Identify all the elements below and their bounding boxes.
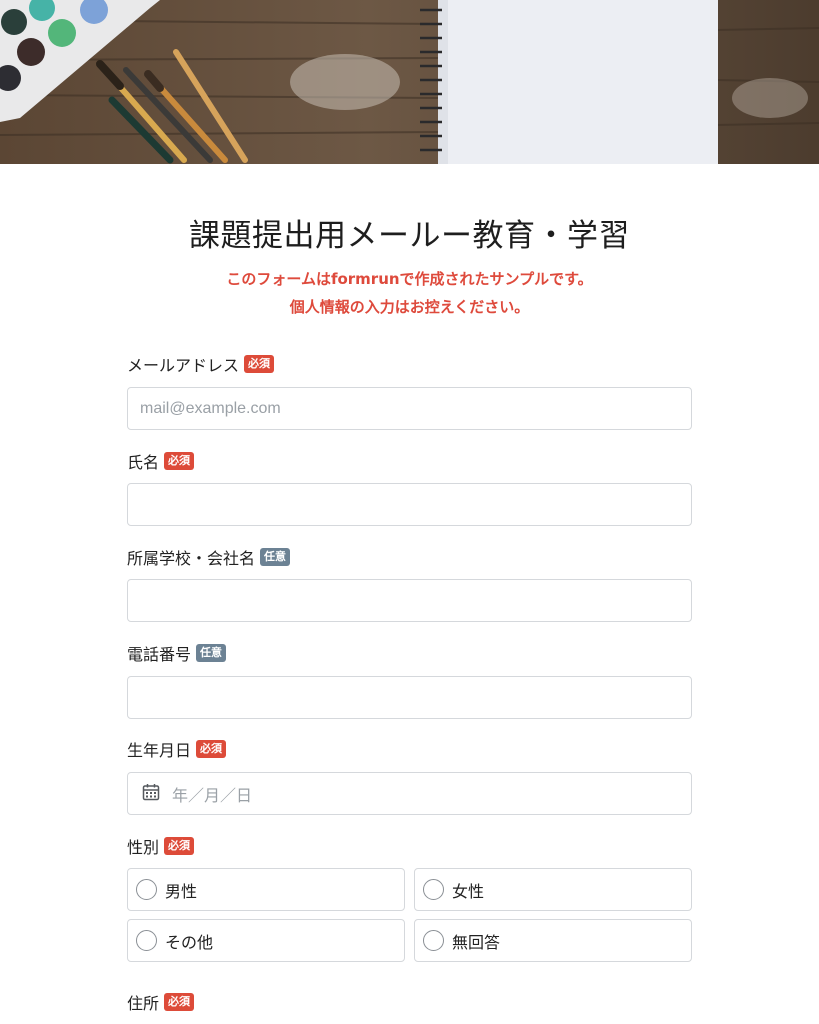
name-label: 氏名 必須: [127, 449, 195, 473]
notice-line-1: このフォームはformrunで作成されたサンプルです。: [226, 270, 593, 288]
notice-line-2: 個人情報の入力はお控えください。: [289, 298, 530, 316]
gender-option-no-answer[interactable]: 無回答: [414, 919, 692, 962]
gender-label-text: 性別: [127, 838, 160, 857]
address-label-text: 住所: [127, 994, 160, 1013]
radio-circle[interactable]: [136, 879, 157, 900]
email-label: メールアドレス 必須: [127, 352, 275, 376]
address-label: 住所 必須: [127, 990, 195, 1014]
phone-field[interactable]: [127, 676, 692, 719]
calendar-icon: [142, 783, 160, 805]
required-badge: 必須: [164, 837, 195, 855]
radio-label: 男性: [165, 881, 198, 901]
phone-label-text: 電話番号: [127, 645, 192, 664]
phone-label: 電話番号 任意: [127, 641, 227, 665]
gender-option-male[interactable]: 男性: [127, 868, 405, 911]
radio-circle[interactable]: [136, 930, 157, 951]
name-label-text: 氏名: [127, 453, 160, 472]
email-label-text: メールアドレス: [127, 356, 240, 375]
affiliation-label-text: 所属学校・会社名: [127, 549, 256, 568]
page-title: 課題提出用メールー教育・学習: [189, 218, 630, 254]
optional-badge: 任意: [196, 644, 227, 662]
gender-option-other[interactable]: その他: [127, 919, 405, 962]
radio-label: 女性: [452, 881, 485, 901]
radio-circle[interactable]: [423, 930, 444, 951]
birthdate-field[interactable]: 年／月／日: [127, 772, 692, 815]
affiliation-label: 所属学校・会社名 任意: [127, 545, 291, 569]
optional-badge: 任意: [260, 548, 291, 566]
email-field[interactable]: [127, 387, 692, 430]
required-badge: 必須: [164, 452, 195, 470]
radio-label: 無回答: [452, 932, 501, 952]
name-field[interactable]: [127, 483, 692, 526]
sample-notice: このフォームはformrunで作成されたサンプルです。 個人情報の入力はお控えく…: [0, 265, 819, 321]
gender-option-female[interactable]: 女性: [414, 868, 692, 911]
required-badge: 必須: [164, 993, 195, 1011]
radio-circle[interactable]: [423, 879, 444, 900]
birthdate-label-text: 生年月日: [127, 741, 192, 760]
required-badge: 必須: [244, 355, 275, 373]
birthdate-placeholder: 年／月／日: [172, 785, 253, 805]
affiliation-field[interactable]: [127, 579, 692, 622]
birthdate-label: 生年月日 必須: [127, 737, 227, 761]
radio-label: その他: [165, 932, 214, 952]
required-badge: 必須: [196, 740, 227, 758]
gender-label: 性別 必須: [127, 834, 195, 858]
header-image: [0, 0, 819, 164]
